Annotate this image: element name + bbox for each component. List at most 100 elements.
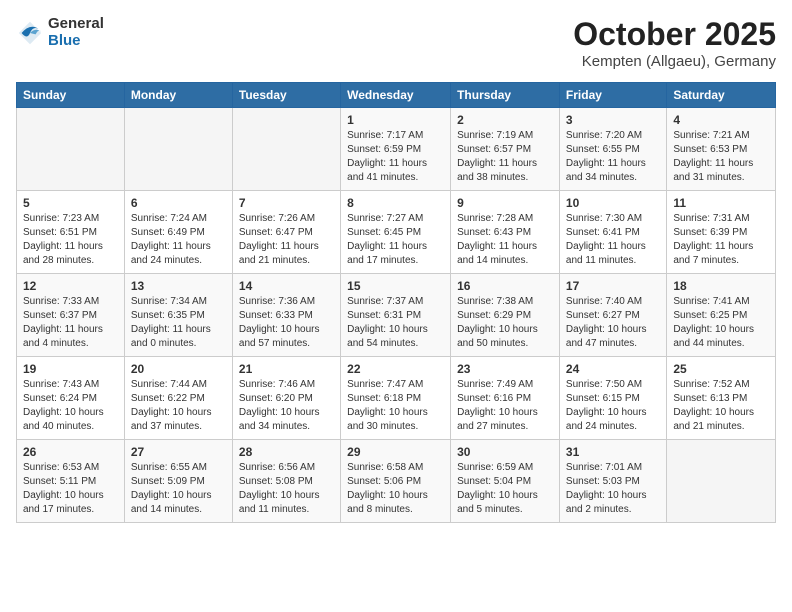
day-info: Sunrise: 7:17 AMSunset: 6:59 PMDaylight:… [347, 129, 444, 185]
day-info: Sunrise: 7:30 AMSunset: 6:41 PMDaylight:… [566, 212, 660, 268]
title-block: October 2025 Kempten (Allgaeu), Germany [573, 16, 776, 70]
day-number: 12 [23, 279, 118, 293]
day-number: 21 [239, 362, 334, 376]
day-number: 7 [239, 196, 334, 210]
calendar-header-row: SundayMondayTuesdayWednesdayThursdayFrid… [17, 83, 776, 108]
calendar-day-cell: 5Sunrise: 7:23 AMSunset: 6:51 PMDaylight… [17, 191, 125, 274]
day-number: 23 [457, 362, 553, 376]
calendar-day-cell: 14 Sunrise: 7:36 AMSunset: 6:33 PMDayligh… [232, 274, 340, 357]
logo-general: General [48, 16, 104, 33]
day-info: Sunrise: 7:36 AMSunset: 6:33 PMDaylight:… [239, 295, 334, 351]
weekday-header: Thursday [451, 83, 560, 108]
day-number: 10 [566, 196, 660, 210]
calendar-day-cell: 11 Sunrise: 7:31 AMSunset: 6:39 PMDayligh… [667, 191, 776, 274]
calendar-day-cell [232, 108, 340, 191]
day-number: 29 [347, 445, 444, 459]
day-info: Sunrise: 7:46 AMSunset: 6:20 PMDaylight:… [239, 378, 334, 434]
calendar-day-cell: 30Sunrise: 6:59 AMSunset: 5:04 PMDayligh… [451, 440, 560, 523]
day-number: 17 [566, 279, 660, 293]
day-number: 24 [566, 362, 660, 376]
day-info: Sunrise: 7:01 AMSunset: 5:03 PMDaylight:… [566, 461, 660, 517]
day-number: 22 [347, 362, 444, 376]
calendar-day-cell: 13 Sunrise: 7:34 AMSunset: 6:35 PMDayligh… [124, 274, 232, 357]
day-number: 8 [347, 196, 444, 210]
day-info: Sunrise: 7:27 AMSunset: 6:45 PMDaylight:… [347, 212, 444, 268]
day-info: Sunrise: 7:37 AMSunset: 6:31 PMDaylight:… [347, 295, 444, 351]
calendar-day-cell: 23 Sunrise: 7:49 AMSunset: 6:16 PMDayligh… [451, 357, 560, 440]
logo-blue: Blue [48, 33, 104, 50]
day-number: 9 [457, 196, 553, 210]
location-subtitle: Kempten (Allgaeu), Germany [573, 53, 776, 70]
calendar-table: SundayMondayTuesdayWednesdayThursdayFrid… [16, 82, 776, 523]
day-info: Sunrise: 7:34 AMSunset: 6:35 PMDaylight:… [131, 295, 226, 351]
weekday-header: Wednesday [341, 83, 451, 108]
calendar-day-cell: 10 Sunrise: 7:30 AMSunset: 6:41 PMDayligh… [559, 191, 666, 274]
day-number: 4 [673, 113, 769, 127]
calendar-day-cell: 2 Sunrise: 7:19 AMSunset: 6:57 PMDaylight… [451, 108, 560, 191]
calendar-day-cell [667, 440, 776, 523]
day-info: Sunrise: 7:31 AMSunset: 6:39 PMDaylight:… [673, 212, 769, 268]
calendar-day-cell [124, 108, 232, 191]
day-info: Sunrise: 7:23 AMSunset: 6:51 PMDaylight:… [23, 212, 118, 268]
calendar-day-cell: 7Sunrise: 7:26 AMSunset: 6:47 PMDaylight… [232, 191, 340, 274]
calendar-day-cell: 1 Sunrise: 7:17 AMSunset: 6:59 PMDaylight… [341, 108, 451, 191]
day-info: Sunrise: 7:40 AMSunset: 6:27 PMDaylight:… [566, 295, 660, 351]
day-number: 1 [347, 113, 444, 127]
calendar-day-cell: 18Sunrise: 7:41 AMSunset: 6:25 PMDayligh… [667, 274, 776, 357]
day-info: Sunrise: 6:53 AMSunset: 5:11 PMDaylight:… [23, 461, 118, 517]
day-number: 11 [673, 196, 769, 210]
calendar-day-cell: 26 Sunrise: 6:53 AMSunset: 5:11 PMDayligh… [17, 440, 125, 523]
weekday-header: Monday [124, 83, 232, 108]
calendar-day-cell: 3Sunrise: 7:20 AMSunset: 6:55 PMDaylight… [559, 108, 666, 191]
calendar-week-row: 5Sunrise: 7:23 AMSunset: 6:51 PMDaylight… [17, 191, 776, 274]
day-info: Sunrise: 7:44 AMSunset: 6:22 PMDaylight:… [131, 378, 226, 434]
weekday-header: Friday [559, 83, 666, 108]
calendar-day-cell [17, 108, 125, 191]
calendar-day-cell: 22 Sunrise: 7:47 AMSunset: 6:18 PMDayligh… [341, 357, 451, 440]
day-number: 30 [457, 445, 553, 459]
day-info: Sunrise: 7:28 AMSunset: 6:43 PMDaylight:… [457, 212, 553, 268]
day-info: Sunrise: 7:52 AMSunset: 6:13 PMDaylight:… [673, 378, 769, 434]
day-info: Sunrise: 6:58 AMSunset: 5:06 PMDaylight:… [347, 461, 444, 517]
calendar-day-cell: 21 Sunrise: 7:46 AMSunset: 6:20 PMDayligh… [232, 357, 340, 440]
day-info: Sunrise: 7:33 AMSunset: 6:37 PMDaylight:… [23, 295, 118, 351]
day-info: Sunrise: 7:43 AMSunset: 6:24 PMDaylight:… [23, 378, 118, 434]
calendar-week-row: 26 Sunrise: 6:53 AMSunset: 5:11 PMDayligh… [17, 440, 776, 523]
calendar-day-cell: 8 Sunrise: 7:27 AMSunset: 6:45 PMDaylight… [341, 191, 451, 274]
day-info: Sunrise: 7:21 AMSunset: 6:53 PMDaylight:… [673, 129, 769, 185]
day-number: 19 [23, 362, 118, 376]
calendar-week-row: 1 Sunrise: 7:17 AMSunset: 6:59 PMDaylight… [17, 108, 776, 191]
calendar-day-cell: 20Sunrise: 7:44 AMSunset: 6:22 PMDayligh… [124, 357, 232, 440]
day-number: 2 [457, 113, 553, 127]
day-info: Sunrise: 7:47 AMSunset: 6:18 PMDaylight:… [347, 378, 444, 434]
day-info: Sunrise: 7:49 AMSunset: 6:16 PMDaylight:… [457, 378, 553, 434]
calendar-week-row: 12 Sunrise: 7:33 AMSunset: 6:37 PMDayligh… [17, 274, 776, 357]
day-info: Sunrise: 7:19 AMSunset: 6:57 PMDaylight:… [457, 129, 553, 185]
day-number: 14 [239, 279, 334, 293]
calendar-day-cell: 17 Sunrise: 7:40 AMSunset: 6:27 PMDayligh… [559, 274, 666, 357]
day-number: 13 [131, 279, 226, 293]
day-number: 15 [347, 279, 444, 293]
calendar-day-cell: 6 Sunrise: 7:24 AMSunset: 6:49 PMDaylight… [124, 191, 232, 274]
day-info: Sunrise: 6:55 AMSunset: 5:09 PMDaylight:… [131, 461, 226, 517]
day-number: 28 [239, 445, 334, 459]
calendar-day-cell: 28 Sunrise: 6:56 AMSunset: 5:08 PMDayligh… [232, 440, 340, 523]
day-info: Sunrise: 7:50 AMSunset: 6:15 PMDaylight:… [566, 378, 660, 434]
day-info: Sunrise: 7:24 AMSunset: 6:49 PMDaylight:… [131, 212, 226, 268]
day-number: 26 [23, 445, 118, 459]
page-header: General Blue October 2025 Kempten (Allga… [16, 16, 776, 70]
calendar-day-cell: 31 Sunrise: 7:01 AMSunset: 5:03 PMDayligh… [559, 440, 666, 523]
month-title: October 2025 [573, 16, 776, 53]
calendar-day-cell: 25Sunrise: 7:52 AMSunset: 6:13 PMDayligh… [667, 357, 776, 440]
weekday-header: Sunday [17, 83, 125, 108]
day-number: 18 [673, 279, 769, 293]
day-info: Sunrise: 6:56 AMSunset: 5:08 PMDaylight:… [239, 461, 334, 517]
day-number: 6 [131, 196, 226, 210]
day-number: 27 [131, 445, 226, 459]
calendar-day-cell: 24 Sunrise: 7:50 AMSunset: 6:15 PMDayligh… [559, 357, 666, 440]
day-info: Sunrise: 7:20 AMSunset: 6:55 PMDaylight:… [566, 129, 660, 185]
calendar-day-cell: 16Sunrise: 7:38 AMSunset: 6:29 PMDayligh… [451, 274, 560, 357]
day-number: 31 [566, 445, 660, 459]
calendar-day-cell: 19 Sunrise: 7:43 AMSunset: 6:24 PMDayligh… [17, 357, 125, 440]
calendar-week-row: 19 Sunrise: 7:43 AMSunset: 6:24 PMDayligh… [17, 357, 776, 440]
